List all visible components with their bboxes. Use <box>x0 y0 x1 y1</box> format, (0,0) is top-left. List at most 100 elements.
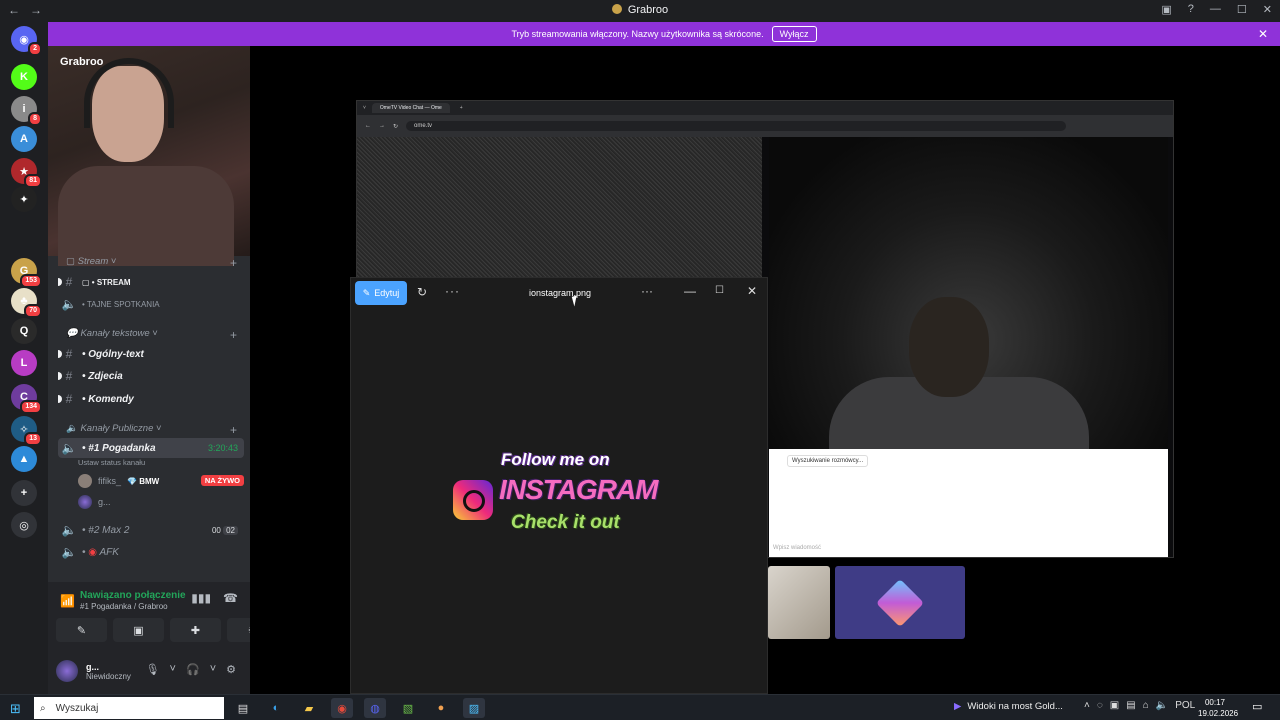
inbox-icon[interactable]: ▣ <box>1161 3 1171 16</box>
task-view-icon[interactable]: ▤ <box>232 698 254 718</box>
server-icon[interactable]: C 134 <box>11 384 42 414</box>
title-bar: ← → Grabroo ▣ ? — ☐ ✕ <box>0 0 1280 22</box>
category-stream[interactable]: ▢ Stream ˅ + <box>66 256 237 270</box>
channel-status-hint[interactable]: Ustaw status kanału <box>78 458 145 467</box>
tab-menu-icon[interactable]: ˅ <box>363 105 366 111</box>
voice-channel-max2[interactable]: 🔈 • #2 Max 2 00 02 <box>58 520 244 540</box>
thumbnail-image[interactable] <box>768 566 830 639</box>
new-tab-icon[interactable]: + <box>460 105 463 111</box>
banner-close-icon[interactable]: ✕ <box>1258 27 1268 41</box>
server-icon[interactable]: A <box>11 126 37 152</box>
voice-status-title[interactable]: Nawiązano połączenie <box>80 590 186 601</box>
back-arrow-icon[interactable]: ← <box>365 123 371 129</box>
tray-app-icon[interactable]: ▣ <box>1110 700 1119 711</box>
voice-user[interactable]: g... <box>78 493 111 511</box>
camera-off-button[interactable]: ✎ <box>56 618 107 642</box>
photos-icon[interactable]: ▨ <box>463 698 485 718</box>
server-icon[interactable]: L <box>11 350 37 376</box>
start-button[interactable]: ⊞ <box>10 701 21 717</box>
channel-ogolny-text[interactable]: # • Ogólny-text <box>58 344 244 364</box>
url-field[interactable]: ome.tv <box>406 121 1067 131</box>
notifications-icon[interactable]: ▭ <box>1252 700 1262 713</box>
channel-stream[interactable]: # ▢ • STREAM <box>58 272 244 292</box>
channel-komendy[interactable]: # • Komendy <box>58 389 244 409</box>
server-icon[interactable]: i8 <box>11 96 42 126</box>
tray-overflow-icon[interactable]: ˄ <box>1084 700 1090 711</box>
close-button[interactable]: ✕ <box>1263 3 1272 16</box>
server-icon[interactable]: ★ 81 <box>11 158 42 188</box>
soundboard-button[interactable]: ✸ <box>227 618 250 642</box>
server-icon[interactable]: ▲ <box>11 446 37 472</box>
photos-toolbar: ✎ Edytuj ↻ ··· ionstagram.png ··· — ☐ ✕ <box>351 278 769 308</box>
user-name: g... <box>86 661 99 672</box>
message-input[interactable]: Wpisz wiadomość <box>773 545 821 551</box>
server-icon[interactable]: Q <box>11 318 37 344</box>
streamer-mode-banner: Tryb streamowania włączony. Nazwy użytko… <box>48 22 1280 46</box>
file-explorer-icon[interactable]: ▰ <box>298 698 320 718</box>
add-channel-icon[interactable]: + <box>230 423 237 437</box>
mic-icon[interactable]: 🎙 <box>146 663 160 676</box>
help-icon[interactable]: ? <box>1188 3 1194 16</box>
server-icon[interactable]: + <box>11 480 37 506</box>
server-icon[interactable]: ✧ 13 <box>11 416 42 446</box>
server-icon[interactable]: K <box>11 64 37 90</box>
avatar <box>78 474 92 488</box>
screen-share-button[interactable]: ▣ <box>113 618 164 642</box>
volume-icon[interactable]: 🔈 <box>1156 700 1168 711</box>
disable-streamer-mode-button[interactable]: Wyłącz <box>771 26 817 42</box>
add-channel-icon[interactable]: + <box>230 328 237 342</box>
category-public-channels[interactable]: 🔈 Kanały Publiczne ˅ + <box>66 423 237 437</box>
avatar[interactable] <box>56 660 78 682</box>
image-text-follow: Follow me on <box>501 450 610 469</box>
voice-channel-pogadanka[interactable]: 🔈 • #1 Pogadanka 3:20:43 <box>58 438 244 458</box>
user-panel[interactable]: g... Niewidoczny 🎙 ˅ 🎧 ˅ ⚙ <box>56 654 242 688</box>
minimize-button[interactable]: — <box>684 284 696 298</box>
clock[interactable]: 00:17 19.02.2026 <box>1198 697 1238 719</box>
voice-user[interactable]: fifiks_ 💎 BMW <box>78 472 159 490</box>
voice-channel-afk[interactable]: 🔈 • ◉ AFK <box>58 542 244 562</box>
media-play-icon: ▶ <box>954 701 962 712</box>
notepad-icon[interactable]: ▧ <box>397 698 419 718</box>
channel-tajne-spotkania[interactable]: 🔈 • TAJNE SPOTKANIA <box>58 294 244 314</box>
settings-gear-icon[interactable]: ⚙ <box>226 663 236 676</box>
tray-app-icon[interactable]: ▤ <box>1126 700 1135 711</box>
server-icon[interactable]: ◎ <box>11 512 37 538</box>
server-glyph: A <box>20 133 28 145</box>
server-icon[interactable]: ✦ <box>11 186 37 212</box>
forward-arrow-icon[interactable]: → <box>379 123 385 129</box>
media-widget[interactable]: ▶ Widoki na most Gold... <box>954 701 1063 712</box>
server-icon[interactable]: G 153 <box>11 258 42 288</box>
browser-tab[interactable]: OmeTV Video Chat — Ome <box>371 103 450 113</box>
chevron-down-icon[interactable]: ˅ <box>170 663 176 676</box>
activities-button[interactable]: ✚ <box>170 618 221 642</box>
add-channel-icon[interactable]: + <box>230 256 237 270</box>
server-icon[interactable]: ♣ 70 <box>11 288 42 318</box>
disconnect-icon[interactable]: ☎ <box>223 591 238 605</box>
windows-taskbar: ⊞ ⌕ Wyszukaj ▤ ◐ ▰ ◉ ◍ ▧ ● ▨ ▶ Widoki na m… <box>0 694 1280 720</box>
chrome-icon[interactable]: ◉ <box>331 698 353 718</box>
more-options-icon[interactable]: ··· <box>641 284 653 298</box>
close-button[interactable]: ✕ <box>747 284 757 298</box>
thumbnail-image[interactable] <box>835 566 965 639</box>
server-icon[interactable]: ◉ 2 <box>11 26 42 56</box>
network-icon[interactable]: ⌂ <box>1143 700 1149 711</box>
chevron-down-icon[interactable]: ˅ <box>210 663 216 676</box>
obs-icon[interactable]: ● <box>430 698 452 718</box>
live-badge: NA ŻYWO <box>200 475 244 486</box>
headphones-icon[interactable]: 🎧 <box>186 663 200 676</box>
edge-icon[interactable]: ◐ <box>265 698 287 718</box>
reload-icon[interactable]: ↻ <box>393 123 398 130</box>
taskbar-search[interactable]: ⌕ Wyszukaj <box>34 697 224 719</box>
voice-status-subtitle[interactable]: #1 Pogadanka / Grabroo <box>80 602 168 611</box>
tray-app-icon[interactable]: ◌ <box>1097 700 1103 711</box>
server-name[interactable]: Grabroo <box>60 56 103 68</box>
maximize-button[interactable]: ☐ <box>1237 3 1247 16</box>
maximize-button[interactable]: ☐ <box>715 285 724 296</box>
mention-badge: 70 <box>24 304 42 318</box>
channel-zdjecia[interactable]: # • Zdjecia <box>58 366 244 386</box>
category-text-channels[interactable]: 💬 Kanały tekstowe ˅ + <box>66 328 237 342</box>
language-indicator[interactable]: POL <box>1175 700 1195 711</box>
minimize-button[interactable]: — <box>1210 3 1221 16</box>
discord-icon[interactable]: ◍ <box>364 698 386 718</box>
noise-suppression-icon[interactable]: ▮▮▮ <box>191 591 211 605</box>
